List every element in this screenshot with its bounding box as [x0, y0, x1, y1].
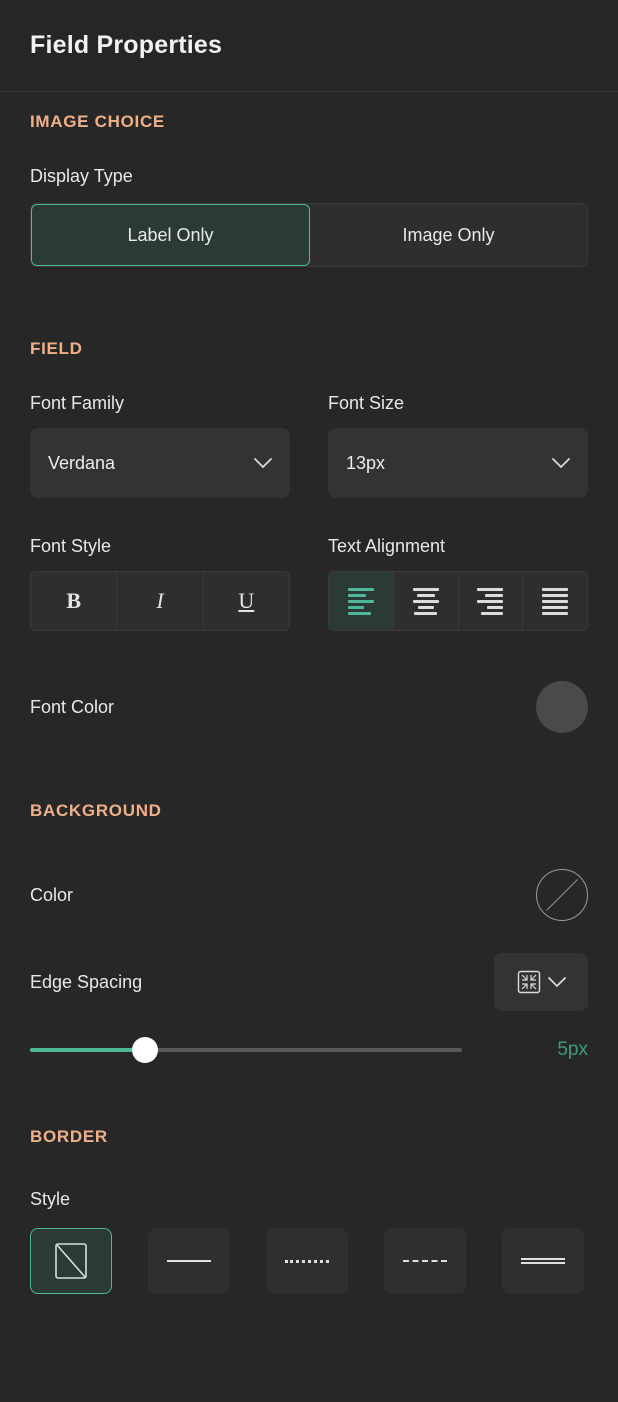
font-family-value: Verdana: [48, 452, 116, 473]
font-size-control: Font Size 13px: [328, 393, 588, 498]
font-size-value: 13px: [346, 452, 386, 473]
slider-thumb[interactable]: [132, 1037, 158, 1063]
edge-spacing-label: Edge Spacing: [30, 971, 143, 992]
align-center-button[interactable]: [393, 572, 459, 630]
border-style-dashed-button[interactable]: [384, 1228, 466, 1294]
background-color-swatch[interactable]: [536, 869, 588, 921]
font-size-label: Font Size: [328, 393, 405, 413]
page-title: Field Properties: [30, 31, 223, 59]
font-color-row: Font Color: [30, 681, 588, 733]
edge-spacing-slider[interactable]: [30, 1037, 462, 1063]
align-center-icon: [412, 587, 439, 615]
background-color-row: Color: [30, 869, 588, 921]
chevron-down-icon: [254, 457, 272, 469]
underline-icon: U: [238, 588, 255, 613]
section-heading-image-choice: IMAGE CHOICE: [30, 112, 165, 131]
align-left-icon: [347, 587, 374, 615]
align-right-icon: [477, 587, 504, 615]
font-size-select[interactable]: 13px: [328, 428, 588, 498]
border-dotted-icon: [285, 1259, 329, 1263]
border-style-dotted-button[interactable]: [266, 1228, 348, 1294]
chevron-down-icon: [552, 457, 570, 469]
align-right-button[interactable]: [458, 572, 524, 630]
align-justify-button[interactable]: [523, 572, 587, 630]
align-justify-icon: [542, 587, 569, 615]
font-color-label: Font Color: [30, 696, 115, 717]
text-alignment-control: Text Alignment: [328, 536, 588, 631]
section-heading-background: BACKGROUND: [30, 801, 162, 820]
border-style-double-button[interactable]: [502, 1228, 584, 1294]
font-family-select[interactable]: Verdana: [30, 428, 290, 498]
align-left-button[interactable]: [329, 572, 394, 630]
border-style-button-group: [30, 1228, 588, 1294]
chevron-down-icon: [548, 976, 566, 988]
bold-icon: B: [66, 588, 81, 613]
panel-header: Field Properties: [0, 0, 618, 92]
font-style-label: Font Style: [30, 536, 112, 556]
font-style-control: Font Style B I U: [30, 536, 290, 631]
border-double-icon: [521, 1258, 565, 1264]
collapse-all-sides-icon: [516, 969, 542, 995]
border-style-label: Style: [30, 1189, 71, 1209]
border-style-none-button[interactable]: [30, 1228, 112, 1294]
text-alignment-button-group: [328, 571, 588, 631]
edge-spacing-mode-select[interactable]: [494, 953, 588, 1011]
text-alignment-label: Text Alignment: [328, 536, 446, 556]
italic-button[interactable]: I: [117, 572, 204, 630]
background-color-label: Color: [30, 884, 74, 905]
border-style-solid-button[interactable]: [148, 1228, 230, 1294]
display-type-option-label-only[interactable]: Label Only: [31, 204, 310, 266]
font-family-label: Font Family: [30, 393, 125, 413]
italic-icon: I: [156, 588, 164, 613]
slider-track-fill: [30, 1048, 147, 1052]
field-properties-panel: Field Properties IMAGE CHOICE Display Ty…: [0, 0, 618, 1402]
font-color-swatch[interactable]: [536, 681, 588, 733]
display-type-option-image-only[interactable]: Image Only: [310, 204, 587, 266]
section-heading-border: BORDER: [30, 1127, 108, 1146]
border-solid-icon: [167, 1260, 211, 1262]
edge-spacing-slider-row: 5px: [30, 1037, 588, 1063]
display-type-label: Display Type: [30, 166, 133, 186]
border-dashed-icon: [403, 1260, 447, 1262]
underline-button[interactable]: U: [203, 572, 289, 630]
edge-spacing-row: Edge Spacing: [30, 953, 588, 1011]
bold-button[interactable]: B: [31, 572, 118, 630]
display-type-toggle-group: Label Only Image Only: [30, 203, 588, 267]
border-none-icon: [54, 1241, 88, 1281]
font-family-control: Font Family Verdana: [30, 393, 290, 498]
font-style-button-group: B I U: [30, 571, 290, 631]
edge-spacing-value: 5px: [557, 1039, 588, 1060]
section-heading-field: FIELD: [30, 339, 83, 358]
